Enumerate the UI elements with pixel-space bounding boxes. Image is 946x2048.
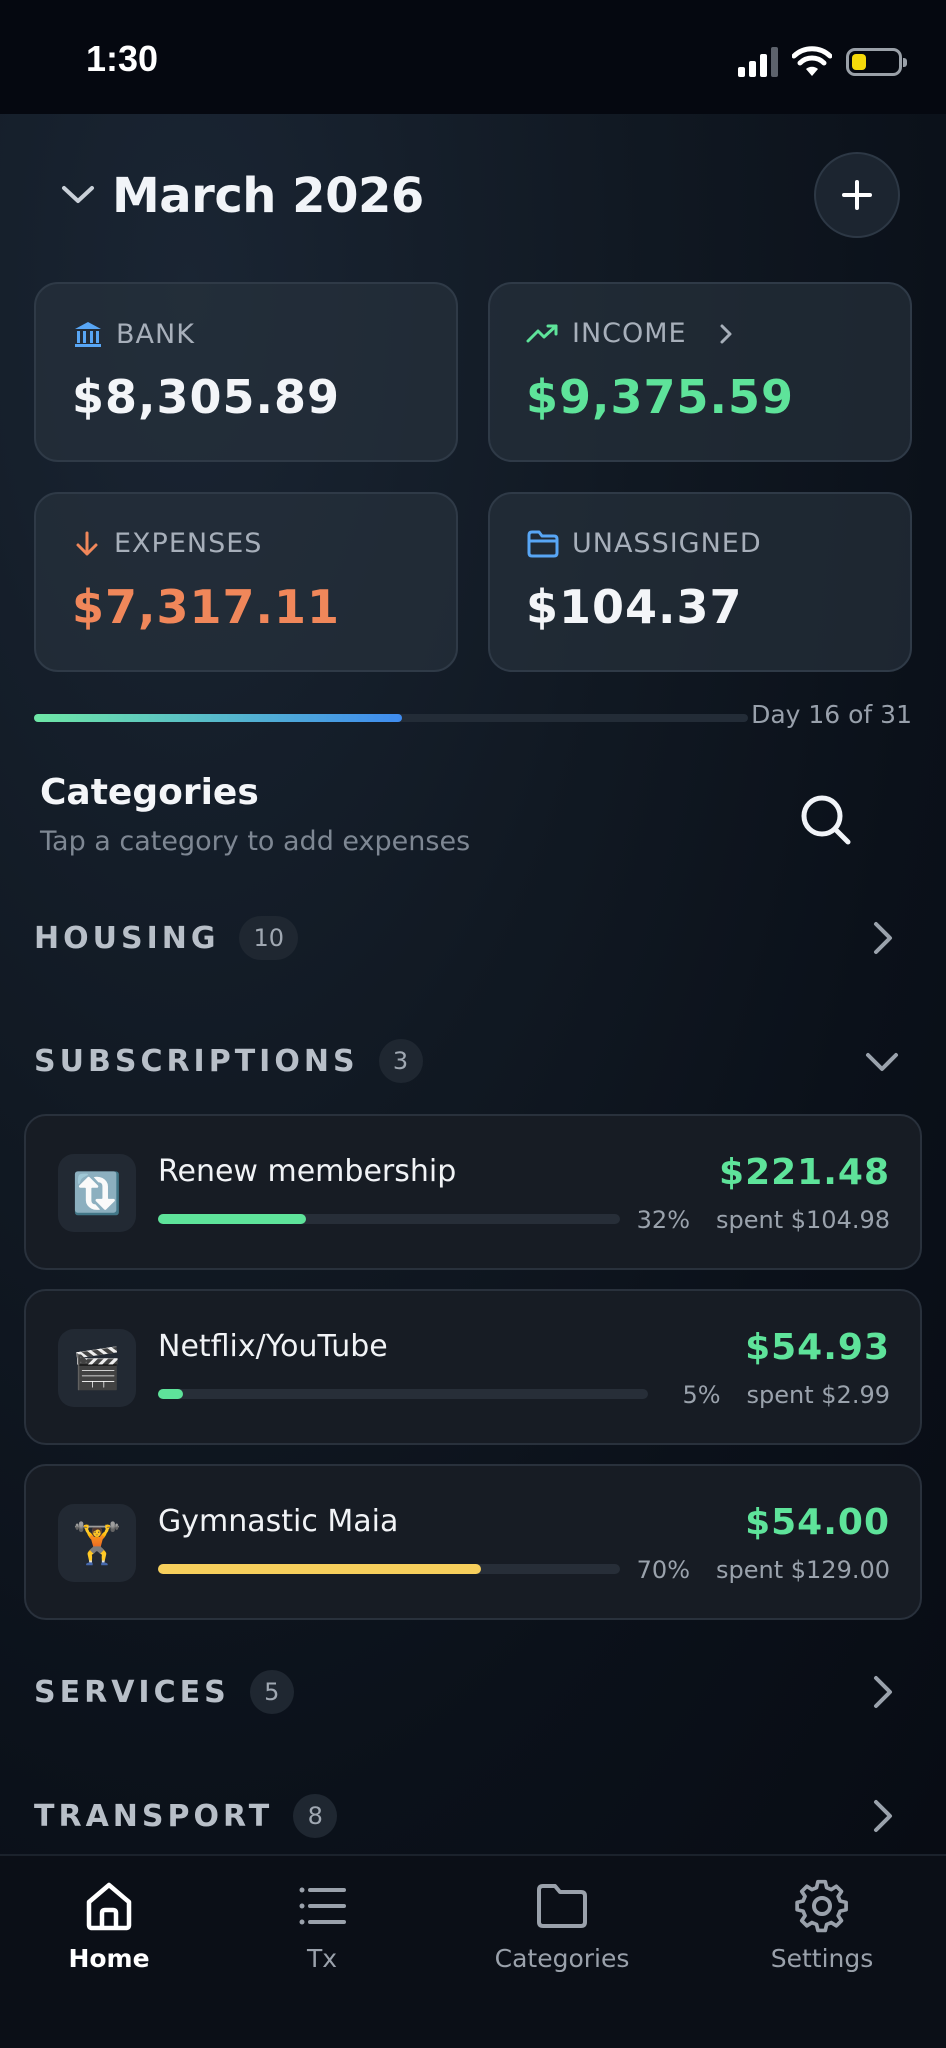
income-total: $9,375.59 xyxy=(526,370,794,424)
tab-transactions-label: Tx xyxy=(306,1944,338,1973)
unassigned-total: $104.37 xyxy=(526,580,743,634)
tab-home-label: Home xyxy=(68,1944,150,1973)
category-name: Netflix/YouTube xyxy=(158,1329,388,1364)
category-group-housing[interactable]: HOUSING 10 xyxy=(34,908,912,968)
category-item-gymnastic-maia[interactable]: 🏋️ Gymnastic Maia $54.00 70% spent $129.… xyxy=(24,1464,922,1620)
bottom-tab-bar: Home Tx Categories Settings xyxy=(0,1854,946,2048)
group-name: TRANSPORT xyxy=(34,1798,274,1834)
budget-progress-bar xyxy=(158,1564,620,1574)
spent-percent: 5% xyxy=(682,1381,721,1409)
list-icon xyxy=(299,1887,346,1925)
add-button[interactable] xyxy=(814,152,900,238)
category-name: Renew membership xyxy=(158,1154,457,1189)
category-item-netflix-youtube[interactable]: 🎬 Netflix/YouTube $54.93 5% spent $2.99 xyxy=(24,1289,922,1445)
home-screen: March 2026 BANK $8,305.89 INCOME $9,375.… xyxy=(0,114,946,1854)
weightlifter-icon: 🏋️ xyxy=(58,1504,136,1582)
group-count-badge: 8 xyxy=(293,1794,338,1838)
status-icons xyxy=(738,44,907,80)
unassigned-card[interactable]: UNASSIGNED $104.37 xyxy=(488,492,912,672)
chevron-right-icon xyxy=(874,1676,892,1708)
category-spend-meta: 70% spent $129.00 xyxy=(637,1556,890,1584)
budget-progress-bar xyxy=(158,1389,648,1399)
tab-categories[interactable]: Categories xyxy=(462,1878,662,1973)
bank-balance: $8,305.89 xyxy=(72,370,340,424)
status-bar: 1:30 xyxy=(0,0,946,114)
group-name: SERVICES xyxy=(34,1674,230,1710)
month-progress-bar xyxy=(34,714,748,722)
tab-settings[interactable]: Settings xyxy=(722,1878,922,1973)
bank-card-label: BANK xyxy=(72,318,195,350)
category-group-services[interactable]: SERVICES 5 xyxy=(34,1662,912,1722)
tab-settings-label: Settings xyxy=(770,1944,874,1973)
group-count-badge: 3 xyxy=(378,1039,423,1083)
budget-progress-fill xyxy=(158,1564,482,1574)
clapperboard-icon: 🎬 xyxy=(58,1329,136,1407)
budget-progress-fill xyxy=(158,1214,306,1224)
group-name: SUBSCRIPTIONS xyxy=(34,1043,359,1079)
home-icon xyxy=(86,1882,132,1931)
expenses-total: $7,317.11 xyxy=(72,580,340,634)
spent-percent: 32% xyxy=(636,1206,690,1234)
gear-icon xyxy=(795,1879,848,1933)
folder-icon xyxy=(527,530,559,557)
budget-progress-fill xyxy=(158,1389,183,1399)
expenses-card[interactable]: EXPENSES $7,317.11 xyxy=(34,492,458,672)
tab-transactions[interactable]: Tx xyxy=(222,1878,422,1973)
tab-categories-label: Categories xyxy=(494,1944,630,1973)
bank-card[interactable]: BANK $8,305.89 xyxy=(34,282,458,462)
category-item-renew-membership[interactable]: 🔃 Renew membership $221.48 32% spent $10… xyxy=(24,1114,922,1270)
budget-progress-bar xyxy=(158,1214,620,1224)
income-card-label: INCOME xyxy=(526,318,739,349)
trending-up-icon xyxy=(526,324,558,342)
folder-icon xyxy=(537,1884,587,1928)
expenses-card-label: EXPENSES xyxy=(72,528,262,559)
group-count-badge: 10 xyxy=(239,916,299,960)
unassigned-card-label: UNASSIGNED xyxy=(526,528,762,559)
arrow-down-icon xyxy=(76,531,98,555)
chevron-right-icon xyxy=(874,922,892,954)
category-spend-meta: 32% spent $104.98 xyxy=(637,1206,890,1234)
chevron-down-icon xyxy=(866,1053,898,1071)
category-group-transport[interactable]: TRANSPORT 8 xyxy=(34,1786,912,1846)
group-name: HOUSING xyxy=(34,920,220,956)
battery-icon xyxy=(846,48,907,76)
plus-icon xyxy=(842,180,872,210)
wifi-icon xyxy=(792,46,832,76)
group-count-badge: 5 xyxy=(249,1670,294,1714)
category-group-subscriptions[interactable]: SUBSCRIPTIONS 3 xyxy=(34,1031,912,1091)
category-spend-meta: 5% spent $2.99 xyxy=(682,1381,890,1409)
income-card[interactable]: INCOME $9,375.59 xyxy=(488,282,912,462)
category-budget-amount: $221.48 xyxy=(719,1152,890,1193)
categories-subtitle: Tap a category to add expenses xyxy=(40,826,471,857)
categories-title: Categories xyxy=(40,772,259,813)
repeat-arrows-icon: 🔃 xyxy=(58,1154,136,1232)
spent-percent: 70% xyxy=(636,1556,690,1584)
search-icon[interactable] xyxy=(796,790,856,850)
spent-amount: spent $104.98 xyxy=(716,1206,890,1234)
month-selector[interactable]: March 2026 xyxy=(112,168,424,224)
category-budget-amount: $54.93 xyxy=(745,1327,890,1368)
month-chevron-down-icon[interactable] xyxy=(58,174,98,214)
spent-amount: spent $129.00 xyxy=(716,1556,890,1584)
category-name: Gymnastic Maia xyxy=(158,1504,399,1539)
bank-icon xyxy=(75,322,101,347)
cellular-signal-icon xyxy=(738,47,778,77)
chevron-right-icon xyxy=(874,1800,892,1832)
month-progress-fill xyxy=(34,714,403,722)
tab-home[interactable]: Home xyxy=(9,1878,209,1973)
category-budget-amount: $54.00 xyxy=(745,1502,890,1543)
status-time: 1:30 xyxy=(86,38,159,79)
day-counter: Day 16 of 31 xyxy=(751,700,912,729)
spent-amount: spent $2.99 xyxy=(746,1381,890,1409)
chevron-right-icon xyxy=(720,324,732,343)
